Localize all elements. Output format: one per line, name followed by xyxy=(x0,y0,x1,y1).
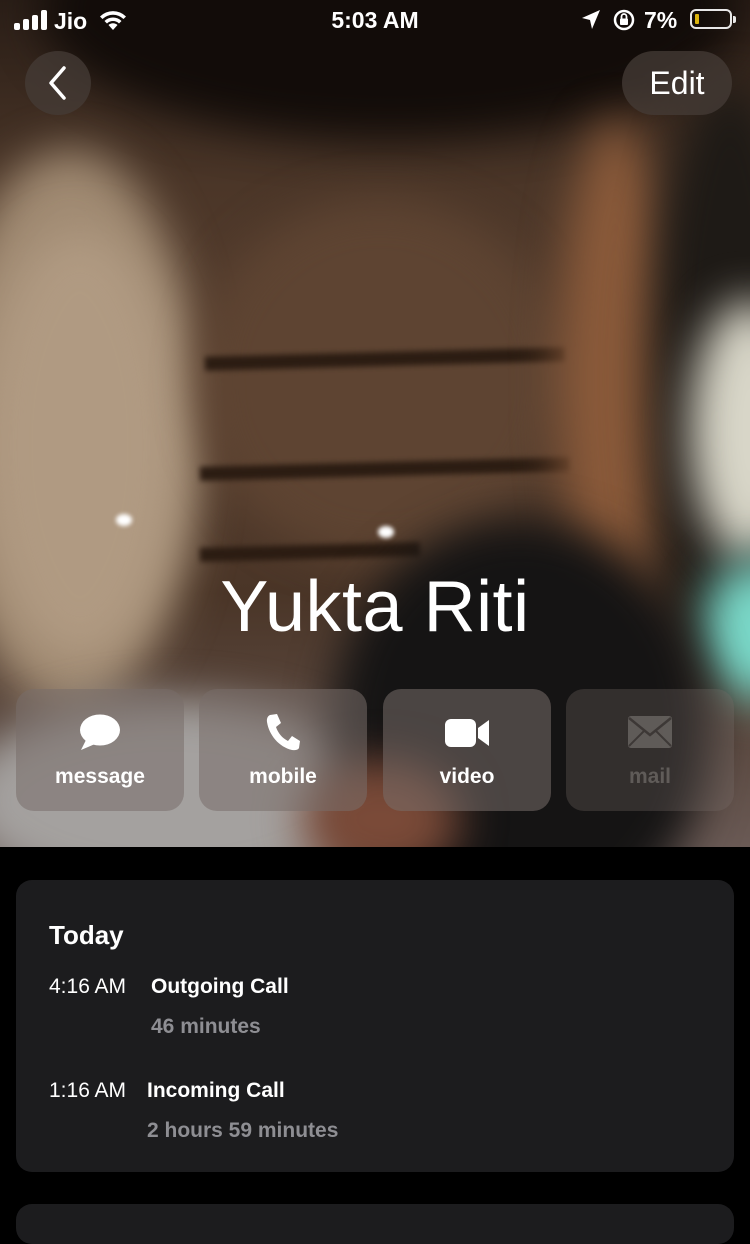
mail-icon xyxy=(628,716,672,748)
back-button[interactable] xyxy=(25,51,91,115)
call-duration: 46 minutes xyxy=(151,1015,261,1038)
status-bar: Jio 5:03 AM 7% xyxy=(0,0,750,42)
location-arrow-icon xyxy=(582,10,600,29)
message-icon xyxy=(80,714,120,750)
mobile-label: mobile xyxy=(249,765,317,788)
status-time: 5:03 AM xyxy=(331,7,419,33)
phone-icon xyxy=(266,714,300,751)
video-call-button[interactable]: video xyxy=(383,689,551,811)
message-button[interactable]: message xyxy=(16,689,184,811)
call-type: Outgoing Call xyxy=(151,975,289,998)
call-time: 1:16 AM xyxy=(49,1079,127,1102)
video-icon xyxy=(445,719,489,747)
chevron-left-icon xyxy=(49,66,66,100)
contact-name: Yukta Riti xyxy=(220,567,530,647)
mail-button[interactable]: mail xyxy=(566,689,734,811)
orientation-lock-icon xyxy=(613,9,635,31)
video-label: video xyxy=(439,765,495,788)
battery-icon xyxy=(690,9,736,29)
call-history-card: Today 4:16 AM Outgoing Call 46 minutes 1… xyxy=(16,880,734,1172)
call-time: 4:16 AM xyxy=(49,975,127,998)
call-duration: 2 hours 59 minutes xyxy=(147,1119,339,1142)
battery-percentage: 7% xyxy=(644,7,678,33)
message-label: message xyxy=(55,765,145,788)
call-type: Incoming Call xyxy=(147,1079,285,1102)
next-section-card xyxy=(16,1204,734,1244)
call-history-date-heading: Today xyxy=(49,920,124,950)
edit-button[interactable]: Edit xyxy=(622,51,732,115)
mail-label: mail xyxy=(628,765,672,788)
mobile-call-button[interactable]: mobile xyxy=(199,689,367,811)
quick-actions: message mobile video mail xyxy=(16,689,734,811)
